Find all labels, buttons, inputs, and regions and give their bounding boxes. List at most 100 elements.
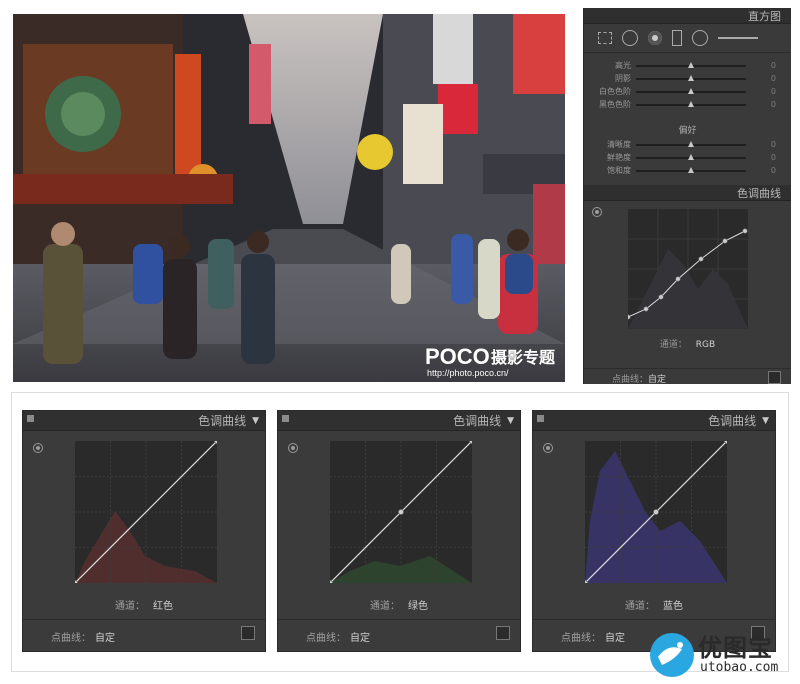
channel-label: 通道： bbox=[625, 601, 655, 612]
slider-row: 黑色色阶 0 bbox=[584, 98, 791, 111]
slider-row: 饱和度 0 bbox=[584, 164, 791, 177]
tone-curve-panel: 色调曲线 ▼ 通道： 蓝色 点曲线： 自定 bbox=[532, 410, 776, 652]
slider-value[interactable]: 0 bbox=[746, 74, 776, 83]
rgb-curve-area bbox=[584, 201, 791, 341]
panel-toggle-icon[interactable] bbox=[537, 415, 544, 422]
curve-panel-header[interactable]: 色调曲线 ▼ bbox=[278, 411, 520, 431]
slider-row: 清晰度 0 bbox=[584, 138, 791, 151]
slider-row: 高光 0 bbox=[584, 59, 791, 72]
point-curve-label: 点曲线： bbox=[612, 375, 649, 384]
slider-track[interactable] bbox=[636, 87, 746, 94]
panel-toggle-icon[interactable] bbox=[282, 415, 289, 422]
slider-label: 黑色色阶 bbox=[599, 100, 631, 109]
tone-curve-title: 色调曲线 bbox=[737, 186, 781, 200]
slider-value[interactable]: 0 bbox=[746, 61, 776, 70]
poco-url: http://photo.poco.cn/ bbox=[427, 368, 509, 378]
slider-track[interactable] bbox=[636, 140, 746, 147]
pencil-icon[interactable] bbox=[241, 626, 255, 640]
point-curve-select[interactable]: 自定 bbox=[648, 372, 666, 384]
channel-select[interactable]: RGB bbox=[696, 340, 715, 350]
lightroom-develop-panel: 直方图 高光 0 阴影 0 白色色阶 0 黑色色阶 0 偏好 清晰度 0 鲜艳度 0 饱和度 0 色调曲… bbox=[583, 8, 791, 384]
collapse-triangle-icon[interactable]: ▼ bbox=[762, 416, 769, 426]
channel-row[interactable]: 通道： 红色 bbox=[23, 597, 265, 612]
tool-strip bbox=[584, 24, 791, 53]
point-curve-label: 点曲线： bbox=[306, 633, 346, 644]
slider-label: 鲜艳度 bbox=[607, 153, 631, 162]
slider-value[interactable]: 0 bbox=[746, 87, 776, 96]
target-adjust-icon[interactable] bbox=[592, 207, 602, 217]
rgb-curve-graph[interactable] bbox=[628, 209, 748, 329]
curve-panel-header[interactable]: 色调曲线 ▼ bbox=[533, 411, 775, 431]
slider-value[interactable]: 0 bbox=[746, 166, 776, 175]
red-eye-icon[interactable] bbox=[648, 31, 662, 45]
slider-track[interactable] bbox=[636, 166, 746, 173]
point-curve-row: 点曲线： 自定 bbox=[23, 619, 265, 650]
histogram-title: 直方图 bbox=[748, 9, 781, 23]
collapse-triangle-icon[interactable]: ▼ bbox=[507, 416, 514, 426]
channel-row[interactable]: 通道： 蓝色 bbox=[533, 597, 775, 612]
curve-graph[interactable] bbox=[330, 441, 472, 583]
utobao-text-en: utobao.com bbox=[700, 660, 779, 675]
slider-knob[interactable] bbox=[688, 166, 694, 173]
slider-knob[interactable] bbox=[688, 100, 694, 107]
presence-sliders: 清晰度 0 鲜艳度 0 饱和度 0 bbox=[584, 138, 791, 177]
poco-title: 摄影专题 bbox=[491, 348, 556, 367]
point-curve-select[interactable]: 自定 bbox=[350, 633, 370, 644]
channel-row[interactable]: 通道： 绿色 bbox=[278, 597, 520, 612]
curve-graph[interactable] bbox=[75, 441, 217, 583]
pencil-icon[interactable] bbox=[496, 626, 510, 640]
slider-label: 白色色阶 bbox=[599, 87, 631, 96]
slider-knob[interactable] bbox=[688, 61, 694, 68]
channel-select[interactable]: 红色 bbox=[153, 601, 173, 612]
channel-select[interactable]: 蓝色 bbox=[663, 601, 683, 612]
point-curve-row: 点曲线： 自定 bbox=[584, 368, 791, 384]
radial-filter-icon[interactable] bbox=[692, 30, 708, 46]
curve-panel-header[interactable]: 色调曲线 ▼ bbox=[23, 411, 265, 431]
adjustment-brush-icon[interactable] bbox=[718, 37, 758, 39]
street-photo: POCO 摄影专题 http://photo.poco.cn/ bbox=[13, 14, 565, 382]
slider-value[interactable]: 0 bbox=[746, 153, 776, 162]
slider-track[interactable] bbox=[636, 100, 746, 107]
slider-value[interactable]: 0 bbox=[746, 140, 776, 149]
channel-label: 通道： bbox=[115, 601, 145, 612]
slider-row: 鲜艳度 0 bbox=[584, 151, 791, 164]
slider-label: 高光 bbox=[615, 61, 631, 70]
channel-label: 通道： bbox=[659, 340, 687, 350]
slider-label: 阴影 bbox=[615, 74, 631, 83]
channel-label: 通道： bbox=[370, 601, 400, 612]
slider-track[interactable] bbox=[636, 74, 746, 81]
presence-label: 偏好 bbox=[678, 126, 697, 136]
tone-curve-panel: 色调曲线 ▼ 通道： 绿色点曲线： 自定 bbox=[277, 410, 521, 652]
slider-knob[interactable] bbox=[688, 87, 694, 94]
slider-track[interactable] bbox=[636, 61, 746, 68]
graduated-filter-icon[interactable] bbox=[672, 30, 682, 46]
crop-tool-icon[interactable] bbox=[598, 32, 612, 44]
curve-panel-title: 色调曲线 bbox=[453, 414, 502, 428]
curve-graph[interactable] bbox=[585, 441, 727, 583]
target-adjust-icon[interactable] bbox=[288, 443, 298, 453]
slider-row: 阴影 0 bbox=[584, 72, 791, 85]
point-curve-select[interactable]: 自定 bbox=[605, 633, 625, 644]
slider-knob[interactable] bbox=[688, 140, 694, 147]
slider-value[interactable]: 0 bbox=[746, 100, 776, 109]
point-curve-select[interactable]: 自定 bbox=[95, 633, 115, 644]
channel-select[interactable]: 绿色 bbox=[408, 601, 428, 612]
point-curve-label: 点曲线： bbox=[51, 633, 91, 644]
curve-panel-title: 色调曲线 bbox=[198, 414, 247, 428]
pencil-icon[interactable] bbox=[768, 371, 781, 384]
point-curve-row: 点曲线： 自定 bbox=[278, 619, 520, 650]
target-adjust-icon[interactable] bbox=[33, 443, 43, 453]
slider-knob[interactable] bbox=[688, 153, 694, 160]
slider-row: 白色色阶 0 bbox=[584, 85, 791, 98]
histogram-header[interactable]: 直方图 bbox=[584, 8, 791, 24]
panel-toggle-icon[interactable] bbox=[27, 415, 34, 422]
collapse-triangle-icon[interactable]: ▼ bbox=[252, 416, 259, 426]
slider-knob[interactable] bbox=[688, 74, 694, 81]
tone-curve-panel: 色调曲线 ▼ 通道： 红色点曲线： 自定 bbox=[22, 410, 266, 652]
target-adjust-icon[interactable] bbox=[543, 443, 553, 453]
spot-removal-icon[interactable] bbox=[622, 30, 638, 46]
tone-sliders: 高光 0 阴影 0 白色色阶 0 黑色色阶 0 bbox=[584, 53, 791, 111]
tone-curve-header[interactable]: 色调曲线 bbox=[584, 185, 791, 201]
slider-track[interactable] bbox=[636, 153, 746, 160]
slider-label: 饱和度 bbox=[607, 166, 631, 175]
